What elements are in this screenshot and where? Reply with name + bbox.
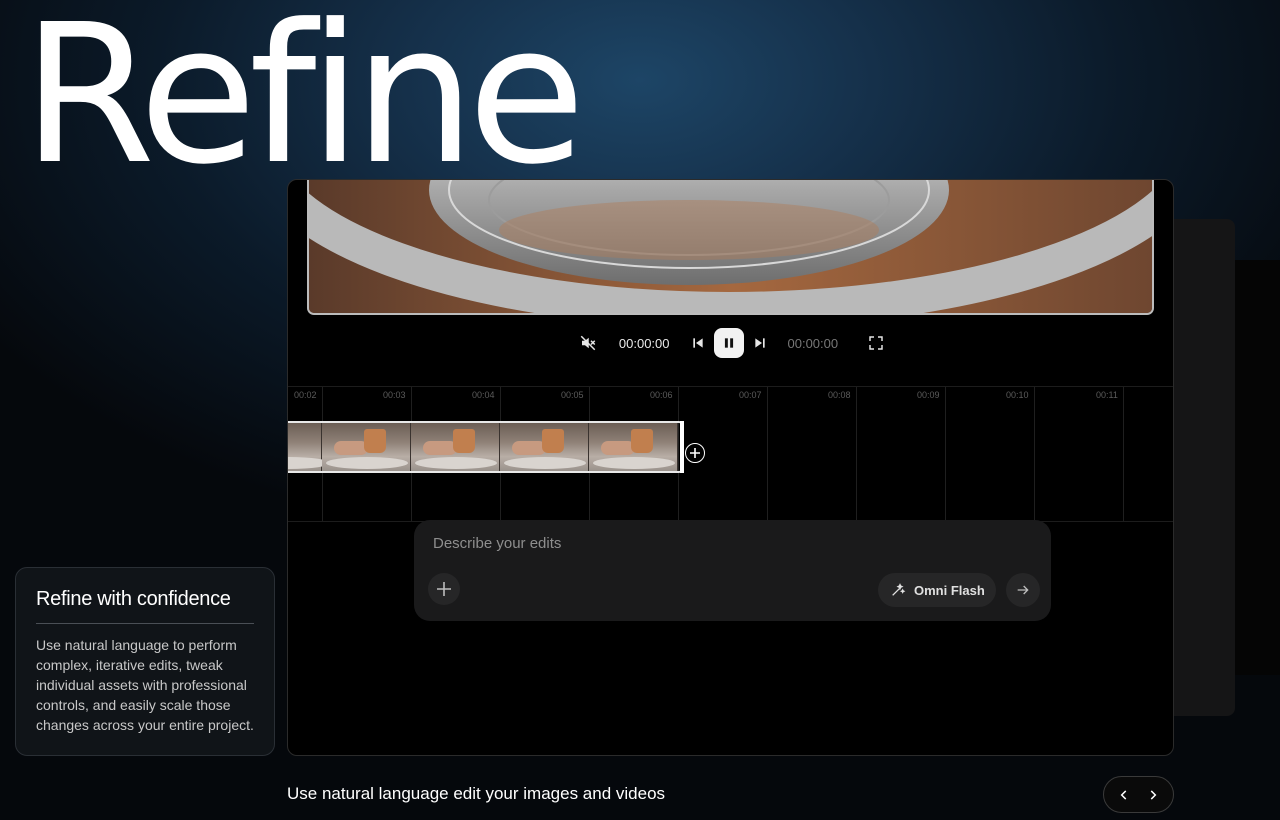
- current-time: 00:00:00: [618, 335, 670, 351]
- timeline-tick: 00:09: [917, 390, 940, 400]
- clip-thumbnail: [288, 423, 330, 471]
- carousel-pager: [1103, 776, 1174, 813]
- chevron-left-icon: [1120, 789, 1127, 800]
- fullscreen-icon[interactable]: [868, 335, 884, 351]
- timeline-gridline: [1123, 387, 1124, 521]
- model-selector[interactable]: Omni Flash: [878, 573, 996, 607]
- add-clip-button[interactable]: [685, 443, 705, 463]
- timeline-tick: 00:08: [828, 390, 851, 400]
- hero-title: Refine: [22, 0, 586, 207]
- carousel-caption: Use natural language edit your images an…: [287, 784, 666, 803]
- clip-thumbnail: [411, 423, 500, 471]
- volume-muted-icon[interactable]: [579, 334, 597, 352]
- chevron-right-icon: [1150, 789, 1157, 800]
- skip-previous-icon[interactable]: [690, 335, 706, 351]
- plus-icon: [690, 448, 700, 458]
- video-clip[interactable]: [288, 421, 684, 473]
- clip-trim-handle[interactable]: [680, 421, 684, 473]
- magic-wand-icon: [892, 583, 906, 596]
- pause-icon: [724, 338, 733, 348]
- model-label: Omni Flash: [914, 582, 985, 598]
- next-slide-button[interactable]: [1142, 784, 1164, 806]
- timeline-gridline: [1034, 387, 1035, 521]
- timeline-tick: 00:07: [739, 390, 762, 400]
- video-frame-image: [309, 180, 1152, 313]
- background-panel-strip: [1234, 260, 1280, 675]
- video-preview[interactable]: [307, 180, 1154, 315]
- timeline-tick: 00:04: [472, 390, 495, 400]
- feature-card: Refine with confidence Use natural langu…: [15, 567, 275, 756]
- timeline-gridline: [767, 387, 768, 521]
- timeline-tick: 00:06: [650, 390, 673, 400]
- arrow-right-icon: [1017, 585, 1029, 595]
- timeline-tick: 00:03: [383, 390, 406, 400]
- prompt-box: Describe your edits Omni Flash: [414, 520, 1051, 621]
- timeline-tick: 00:10: [1006, 390, 1029, 400]
- video-editor-panel: 00:00:00 00:00:00 00:02 00:03 00:04 00:0…: [287, 179, 1174, 756]
- clip-thumbnail: [322, 423, 411, 471]
- attach-button[interactable]: [428, 573, 460, 605]
- player-controls: 00:00:00 00:00:00: [288, 328, 1173, 358]
- skip-next-icon[interactable]: [752, 335, 768, 351]
- plus-icon: [437, 582, 451, 596]
- clip-thumbnail: [589, 423, 678, 471]
- previous-slide-button[interactable]: [1113, 784, 1135, 806]
- timeline-tick: 00:05: [561, 390, 584, 400]
- prompt-input[interactable]: Describe your edits: [433, 535, 561, 552]
- pause-button[interactable]: [713, 328, 744, 358]
- send-button[interactable]: [1006, 573, 1040, 607]
- timeline-gridline: [945, 387, 946, 521]
- clip-thumbnail: [500, 423, 589, 471]
- timeline-tick: 00:02: [294, 390, 317, 400]
- timeline-tick: 00:11: [1096, 390, 1118, 400]
- feature-card-body: Use natural language to perform complex,…: [36, 637, 254, 733]
- feature-card-divider: [36, 623, 254, 624]
- timeline-gridline: [856, 387, 857, 521]
- total-time: 00:00:00: [787, 335, 839, 351]
- feature-card-title: Refine with confidence: [36, 588, 231, 610]
